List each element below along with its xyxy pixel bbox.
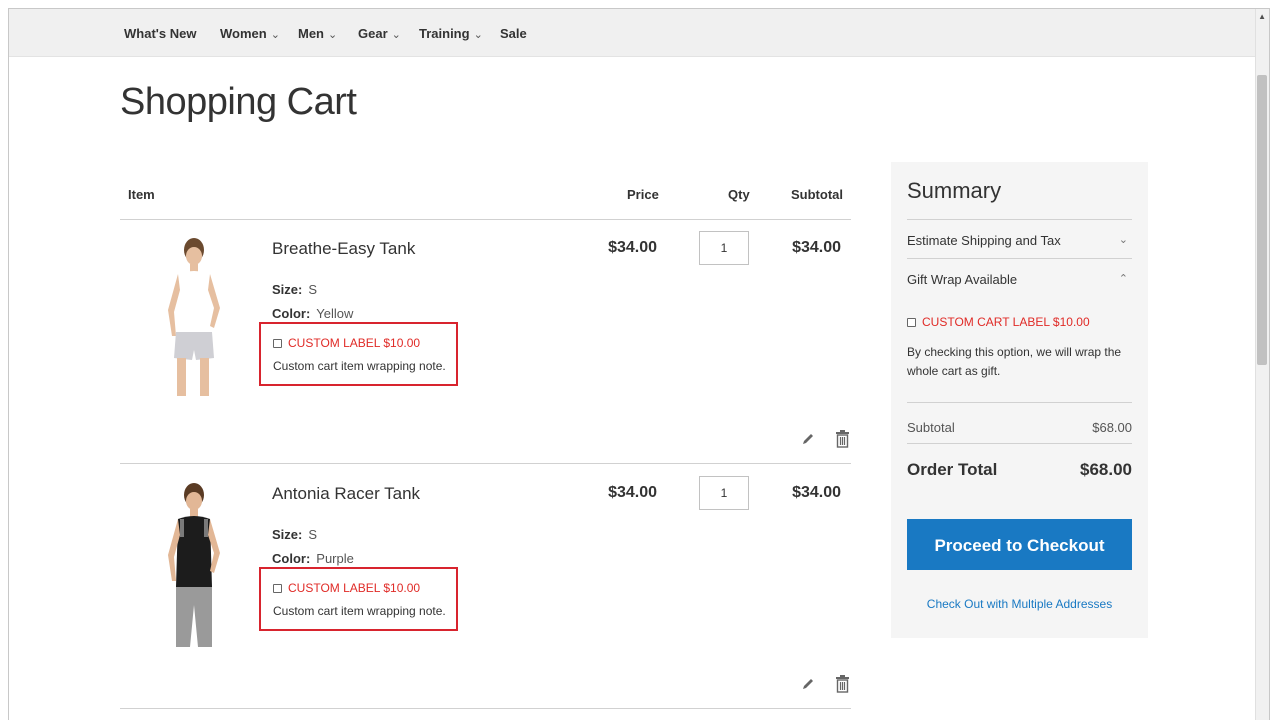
item-price: $34.00	[608, 484, 657, 501]
pencil-icon[interactable]	[801, 432, 815, 446]
nav-item-training[interactable]: Training ⌄	[419, 26, 483, 41]
cart-gift-wrap-description: By checking this option, we will wrap th…	[907, 345, 1122, 378]
qty-input[interactable]: 1	[699, 476, 749, 510]
order-summary: Summary Estimate Shipping and Tax ⌄ Gift…	[891, 162, 1148, 638]
option-label: Color:	[272, 306, 311, 321]
shirt-shape	[176, 271, 212, 335]
column-header-item: Item	[128, 187, 155, 202]
nav-item-label: Gear	[358, 26, 388, 41]
trash-icon[interactable]	[836, 430, 849, 448]
gift-wrap-note: Custom cart item wrapping note.	[273, 359, 446, 373]
option-color: Color: Purple	[272, 551, 354, 566]
estimate-shipping-label: Estimate Shipping and Tax	[907, 233, 1061, 248]
product-name[interactable]: Breathe-Easy Tank	[272, 239, 415, 259]
item-price: $34.00	[608, 239, 657, 256]
nav-item-gear[interactable]: Gear ⌄	[358, 26, 401, 41]
proceed-to-checkout-button[interactable]: Proceed to Checkout	[907, 519, 1132, 570]
option-value: S	[308, 282, 318, 297]
nav-item-sale[interactable]: Sale	[500, 26, 527, 41]
multiple-addresses-link[interactable]: Check Out with Multiple Addresses	[907, 597, 1132, 611]
checkbox-icon[interactable]	[273, 584, 282, 593]
option-size: Size: S	[272, 282, 317, 297]
divider	[120, 708, 851, 709]
chevron-down-icon: ⌄	[473, 29, 483, 41]
browser-viewport: What's New Women ⌄ Men ⌄ Gear ⌄ Training ⌄ S…	[8, 8, 1270, 720]
item-subtotal: $34.00	[792, 239, 841, 256]
option-label: Size:	[272, 527, 303, 542]
nav-item-label: Men	[298, 26, 324, 41]
divider	[907, 219, 1132, 220]
nav-item-label: Training	[419, 26, 470, 41]
product-image[interactable]	[144, 477, 244, 647]
divider	[907, 258, 1132, 259]
divider	[907, 443, 1132, 444]
qty-input[interactable]: 1	[699, 231, 749, 265]
checkbox-icon[interactable]	[273, 339, 282, 348]
gift-wrap-label: CUSTOM LABEL $10.00	[288, 336, 421, 350]
top-navigation: What's New Women ⌄ Men ⌄ Gear ⌄ Training ⌄ S…	[9, 9, 1269, 57]
option-value: Yellow	[316, 306, 354, 321]
gift-wrap-note: Custom cart item wrapping note.	[273, 604, 446, 618]
pencil-icon[interactable]	[801, 677, 815, 691]
nav-item-label: What's New	[124, 26, 197, 41]
estimate-shipping-toggle[interactable]: Estimate Shipping and Tax ⌄	[907, 233, 1132, 248]
order-total-label: Order Total	[907, 460, 998, 479]
nav-item-men[interactable]: Men ⌄	[298, 26, 337, 41]
divider	[120, 219, 851, 220]
product-name[interactable]: Antonia Racer Tank	[272, 484, 420, 504]
chevron-down-icon: ⌄	[1118, 234, 1128, 246]
highlight-box	[259, 567, 458, 631]
gift-wrap-checkbox[interactable]: CUSTOM LABEL $10.00	[273, 581, 420, 595]
chevron-down-icon: ⌄	[328, 29, 338, 41]
trash-icon[interactable]	[836, 675, 849, 693]
item-subtotal: $34.00	[792, 484, 841, 501]
page-title: Shopping Cart	[120, 81, 357, 123]
divider	[907, 402, 1132, 403]
column-header-qty: Qty	[728, 187, 750, 202]
option-size: Size: S	[272, 527, 317, 542]
option-label: Size:	[272, 282, 303, 297]
gift-wrap-available-label: Gift Wrap Available	[907, 272, 1018, 287]
nav-item-women[interactable]: Women ⌄	[220, 26, 280, 41]
divider	[120, 463, 851, 464]
chevron-down-icon: ⌄	[270, 29, 280, 41]
nav-item-label: Sale	[500, 26, 527, 41]
chevron-up-icon: ⌃	[1118, 273, 1128, 285]
cart-gift-wrap-label: CUSTOM CART LABEL $10.00	[922, 315, 1090, 329]
gift-wrap-checkbox[interactable]: CUSTOM LABEL $10.00	[273, 336, 420, 350]
subtotal-value: $68.00	[1092, 420, 1132, 435]
checkbox-icon[interactable]	[907, 318, 916, 327]
column-header-price: Price	[627, 187, 659, 202]
summary-title: Summary	[907, 178, 1002, 203]
scroll-thumb[interactable]	[1257, 75, 1267, 365]
gift-wrap-label: CUSTOM LABEL $10.00	[288, 581, 421, 595]
subtotal-label: Subtotal	[907, 420, 955, 435]
gift-wrap-toggle[interactable]: Gift Wrap Available ⌃	[907, 272, 1132, 287]
cart-gift-wrap-checkbox[interactable]: CUSTOM CART LABEL $10.00	[907, 315, 1090, 329]
chevron-down-icon: ⌄	[391, 29, 401, 41]
scroll-up-arrow-icon[interactable]: ▲	[1258, 12, 1266, 21]
order-total-value: $68.00	[1080, 460, 1132, 479]
vertical-scrollbar[interactable]: ▲	[1255, 9, 1269, 720]
nav-item-label: Women	[220, 26, 267, 41]
highlight-box	[259, 322, 458, 386]
column-header-subtotal: Subtotal	[791, 187, 843, 202]
option-value: S	[308, 527, 318, 542]
option-color: Color: Yellow	[272, 306, 353, 321]
nav-item-whats-new[interactable]: What's New	[124, 26, 196, 41]
product-image[interactable]	[144, 232, 244, 402]
option-label: Color:	[272, 551, 311, 566]
option-value: Purple	[316, 551, 354, 566]
